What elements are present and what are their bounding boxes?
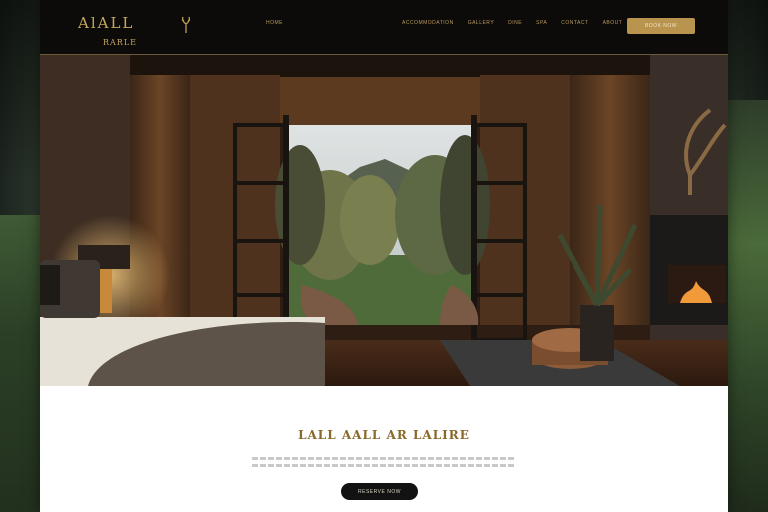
intro-section: LALL AALL AR LALIRE RESERVE NOW xyxy=(40,386,728,512)
antler-emblem-icon xyxy=(181,16,191,33)
hero-room-illustration xyxy=(40,55,728,386)
background-hill-right xyxy=(728,100,768,512)
nav-home[interactable]: HOME xyxy=(266,20,283,26)
nav-item-spa[interactable]: SPA xyxy=(536,20,547,26)
background-hill-left xyxy=(0,215,42,512)
paragraph-line xyxy=(252,457,516,460)
brand-logo[interactable]: AlALL xyxy=(78,15,134,31)
reserve-button[interactable]: RESERVE NOW xyxy=(341,483,418,500)
intro-headline: LALL AALL AR LALIRE xyxy=(298,428,470,442)
website-page: AlALL RARLE HOME ACCOMMODATION GALLERY D… xyxy=(40,0,728,512)
hero-image xyxy=(40,55,728,386)
intro-paragraph xyxy=(252,457,516,471)
nav-item-about[interactable]: ABOUT xyxy=(603,20,623,26)
nav-item-gallery[interactable]: GALLERY xyxy=(468,20,494,26)
main-navigation: ACCOMMODATION GALLERY DINE SPA CONTACT A… xyxy=(402,20,636,26)
nav-item-accommodation[interactable]: ACCOMMODATION xyxy=(402,20,454,26)
nav-item-dine[interactable]: DINE xyxy=(508,20,522,26)
nav-item-contact[interactable]: CONTACT xyxy=(561,20,588,26)
paragraph-line xyxy=(252,464,516,467)
site-header: AlALL RARLE HOME ACCOMMODATION GALLERY D… xyxy=(40,0,728,55)
book-now-button[interactable]: BOOK NOW xyxy=(627,18,695,34)
brand-logo-subtitle: RARLE xyxy=(103,38,137,47)
